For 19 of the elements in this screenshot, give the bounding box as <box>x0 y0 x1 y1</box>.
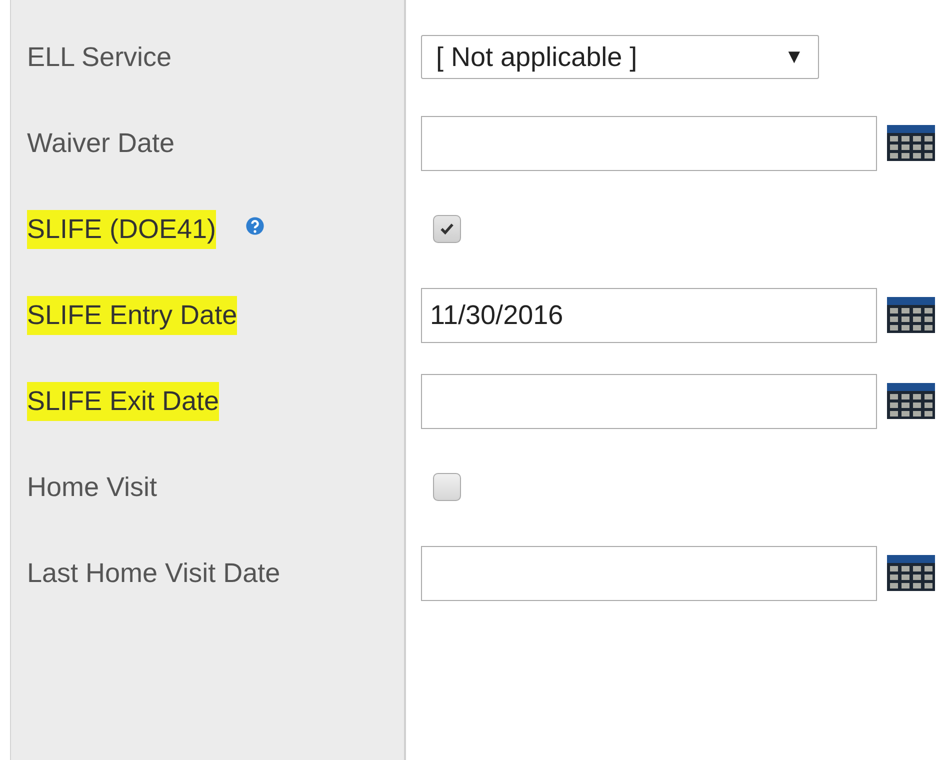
field-label: ELL Service <box>27 40 172 74</box>
calendar-icon[interactable] <box>887 555 935 591</box>
field-label: Home Visit <box>27 470 158 504</box>
field-label: SLIFE Exit Date <box>27 382 220 420</box>
service-dropdown[interactable]: [ Not applicable ] ▼ <box>421 35 819 79</box>
date-field[interactable] <box>421 374 877 428</box>
calendar-icon[interactable] <box>887 383 935 419</box>
checkbox[interactable] <box>433 473 461 501</box>
field-label: Waiver Date <box>27 126 175 160</box>
field-label: SLIFE Entry Date <box>27 296 238 334</box>
help-icon[interactable] <box>244 215 266 237</box>
field-label: Last Home Visit Date <box>27 556 280 590</box>
calendar-icon[interactable] <box>887 125 935 161</box>
field-label: SLIFE (DOE41) <box>27 210 216 248</box>
date-field[interactable]: 11/30/2016 <box>421 288 877 342</box>
calendar-icon[interactable] <box>887 297 935 333</box>
checkbox[interactable] <box>433 215 461 243</box>
date-field[interactable] <box>421 116 877 170</box>
date-field[interactable] <box>421 546 877 600</box>
